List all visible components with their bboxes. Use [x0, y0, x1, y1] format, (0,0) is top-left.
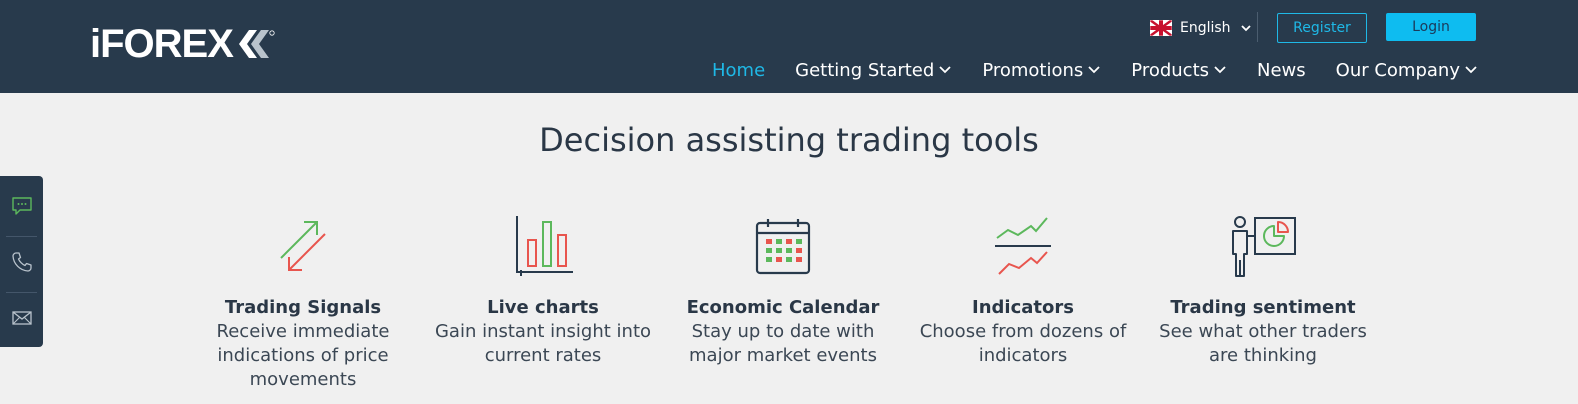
section-heading: Decision assisting trading tools — [539, 121, 1039, 159]
language-selector[interactable]: English — [1150, 17, 1253, 39]
chevron-down-icon — [1214, 66, 1226, 74]
logo[interactable]: iFOREX — [90, 22, 275, 66]
nav-item-label: Getting Started — [795, 59, 935, 81]
tool-desc-line: Receive immediate — [216, 321, 390, 342]
phone-button[interactable] — [0, 234, 43, 290]
tool-trading-signals[interactable]: Trading Signals Receive immediate indica… — [183, 213, 423, 392]
nav-item-label: Products — [1131, 59, 1210, 81]
tool-title: Live charts — [487, 297, 599, 318]
chevron-down-icon — [1465, 66, 1477, 74]
tool-title: Trading sentiment — [1170, 297, 1356, 318]
tool-title: Trading Signals — [224, 297, 382, 318]
uk-flag-icon — [1150, 20, 1172, 36]
calendar-icon — [755, 219, 811, 275]
mail-icon — [11, 311, 32, 325]
nav-item-news[interactable]: News — [1257, 60, 1306, 81]
indicators-icon — [995, 217, 1051, 275]
header-divider — [1257, 12, 1258, 42]
bar-chart-icon — [516, 216, 573, 276]
tool-indicators[interactable]: Indicators Choose from dozens of indicat… — [903, 213, 1143, 368]
tool-desc-line: current rates — [484, 345, 602, 366]
nav-item-label: Our Company — [1335, 59, 1460, 81]
chat-button[interactable] — [0, 178, 43, 234]
tool-desc-line: indications of price — [217, 345, 389, 366]
chevron-down-icon — [1088, 66, 1100, 74]
chat-icon — [11, 197, 32, 215]
tool-trading-sentiment[interactable]: Trading sentiment See what other traders… — [1143, 213, 1383, 368]
tool-economic-calendar[interactable]: Economic Calendar Stay up to date with m… — [663, 213, 903, 368]
nav-item-home[interactable]: Home — [712, 60, 765, 81]
logo-text: iFOREX — [90, 22, 234, 66]
nav-item-promotions[interactable]: Promotions — [982, 60, 1101, 81]
tool-desc-line: indicators — [978, 345, 1068, 366]
site-header: iFOREX English Register Login Home Getti… — [0, 0, 1578, 93]
email-button[interactable] — [0, 290, 43, 346]
nav-item-our-company[interactable]: Our Company — [1336, 60, 1478, 81]
tool-desc-line: See what other traders — [1159, 321, 1367, 342]
tool-live-charts[interactable]: Live charts Gain instant insight into cu… — [423, 213, 663, 368]
logo-chevrons-icon — [238, 30, 275, 58]
presentation-icon — [1232, 216, 1296, 277]
phone-icon — [11, 252, 32, 272]
tool-title: Economic Calendar — [686, 297, 880, 318]
tool-desc-line: Gain instant insight into — [434, 321, 652, 342]
nav-item-products[interactable]: Products — [1131, 60, 1227, 81]
tool-title: Indicators — [972, 297, 1074, 318]
contact-side-bar — [0, 176, 43, 347]
main-nav: Home Getting Started Promotions Products… — [712, 57, 1478, 83]
nav-item-label: Promotions — [982, 59, 1084, 81]
nav-item-label: News — [1257, 59, 1306, 81]
tool-desc-line: movements — [249, 369, 357, 390]
trading-signals-icon — [280, 221, 326, 271]
tool-desc-line: Stay up to date with — [691, 321, 875, 342]
chevron-down-icon — [1240, 25, 1251, 32]
language-label: English — [1180, 20, 1231, 36]
tool-desc-line: are thinking — [1209, 345, 1317, 366]
tool-desc-line: Choose from dozens of — [919, 321, 1127, 342]
tool-desc-line: major market events — [689, 345, 877, 366]
chevron-down-icon — [939, 66, 951, 74]
nav-item-label: Home — [711, 59, 766, 81]
nav-item-getting-started[interactable]: Getting Started — [795, 60, 952, 81]
login-button[interactable]: Login — [1386, 13, 1476, 41]
register-button[interactable]: Register — [1277, 13, 1367, 43]
